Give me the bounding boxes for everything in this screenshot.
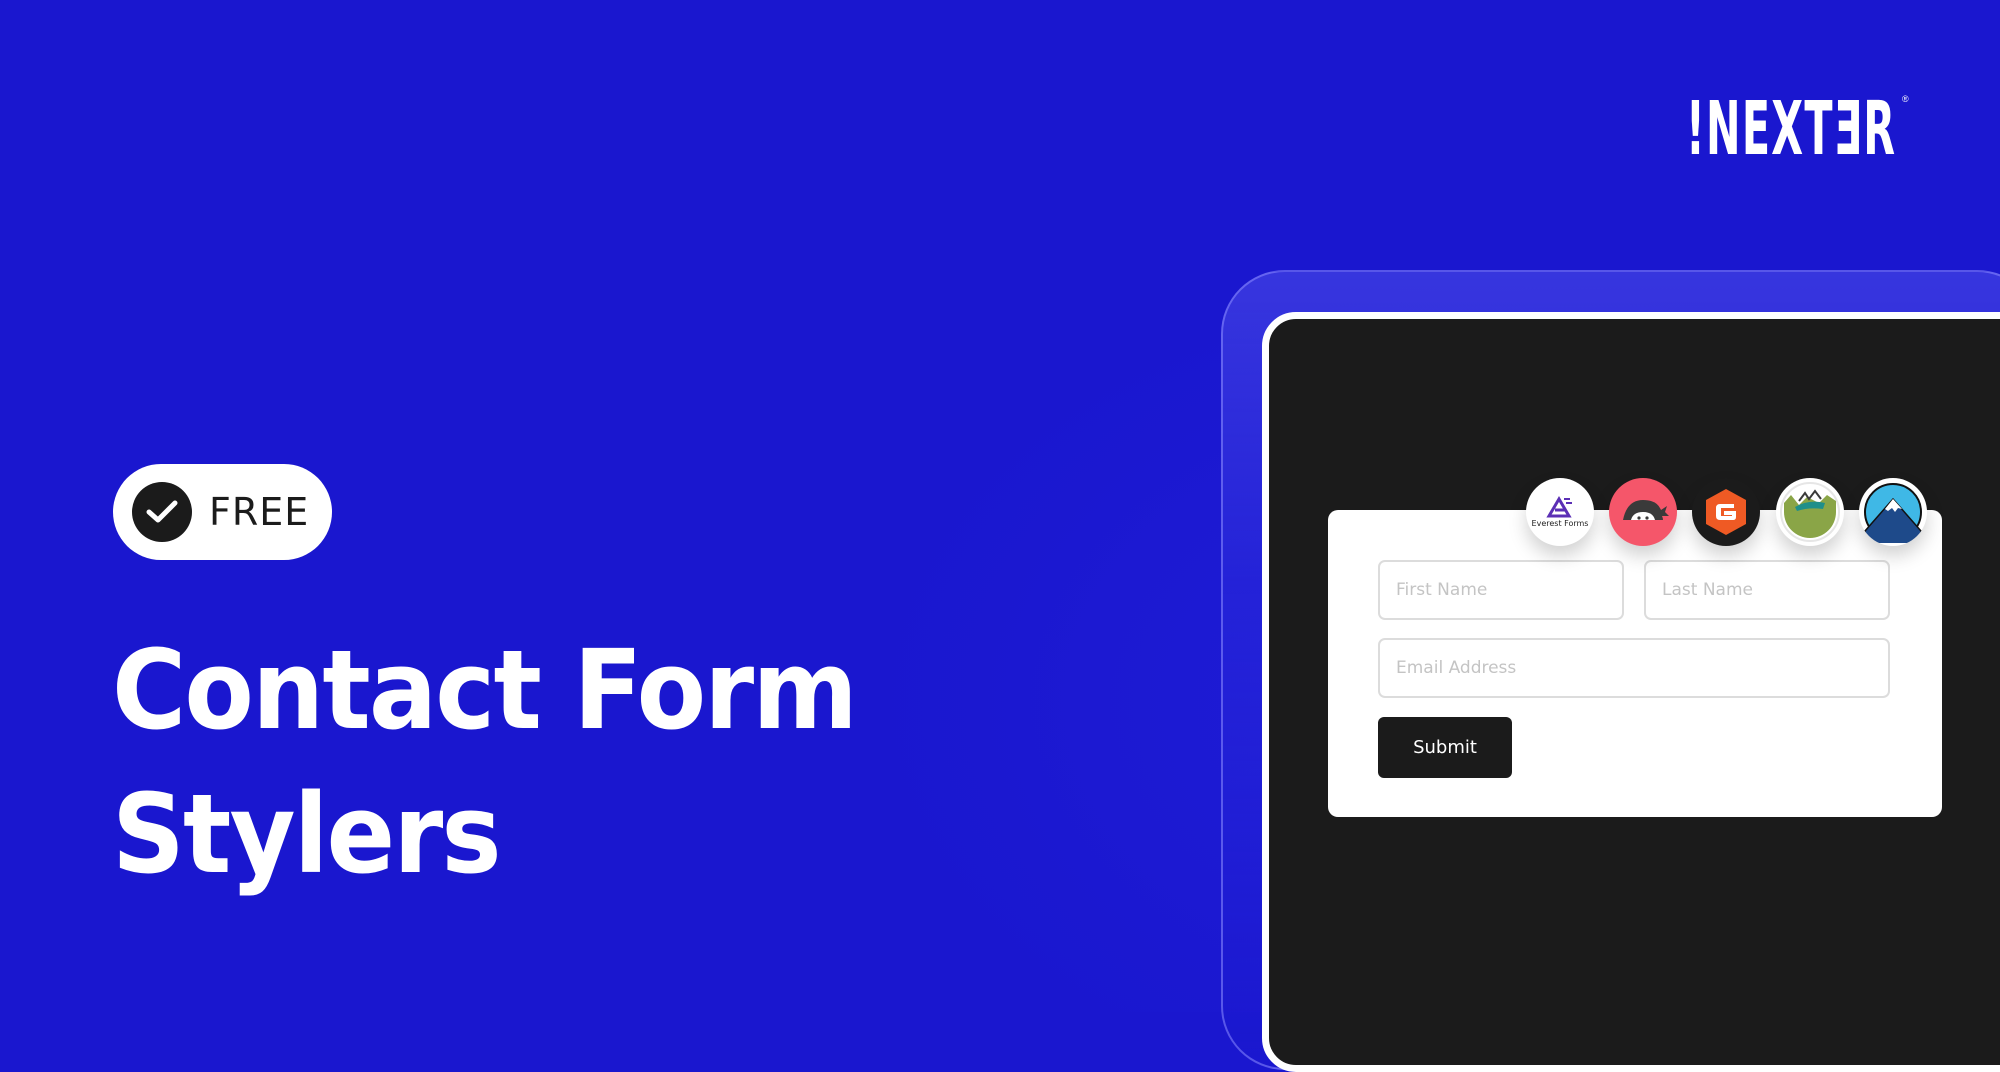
registered-mark: ® [1902, 94, 1909, 104]
mountain-logo [1859, 478, 1927, 546]
email-field[interactable] [1378, 638, 1890, 698]
gravity-forms-logo [1692, 478, 1760, 546]
mountain-icon [1864, 483, 1922, 543]
page-headline: Contact Form Stylers [112, 618, 858, 906]
last-name-field[interactable] [1644, 560, 1890, 620]
headline-line-1: Contact Form [112, 626, 858, 754]
everest-forms-label: Everest Forms [1531, 519, 1589, 528]
landscape-logo [1776, 478, 1844, 546]
gravity-forms-icon [1706, 489, 1746, 535]
submit-button[interactable]: Submit [1378, 717, 1512, 778]
free-badge: FREE [113, 464, 332, 560]
ninja-forms-logo [1609, 478, 1677, 546]
logo-wordmark: !NEXTƎR [1686, 86, 1897, 172]
nexter-logo: !NEXTƎR ® [1686, 92, 2000, 166]
headline-line-2: Stylers [112, 770, 502, 898]
contact-form-card: Submit [1328, 510, 1942, 817]
badge-label: FREE [209, 490, 310, 534]
everest-forms-icon [1546, 496, 1572, 518]
everest-forms-logo: Everest Forms [1526, 478, 1594, 546]
first-name-field[interactable] [1378, 560, 1624, 620]
check-circle-icon [132, 482, 192, 542]
landscape-icon [1780, 482, 1840, 542]
ninja-forms-icon [1623, 500, 1669, 520]
